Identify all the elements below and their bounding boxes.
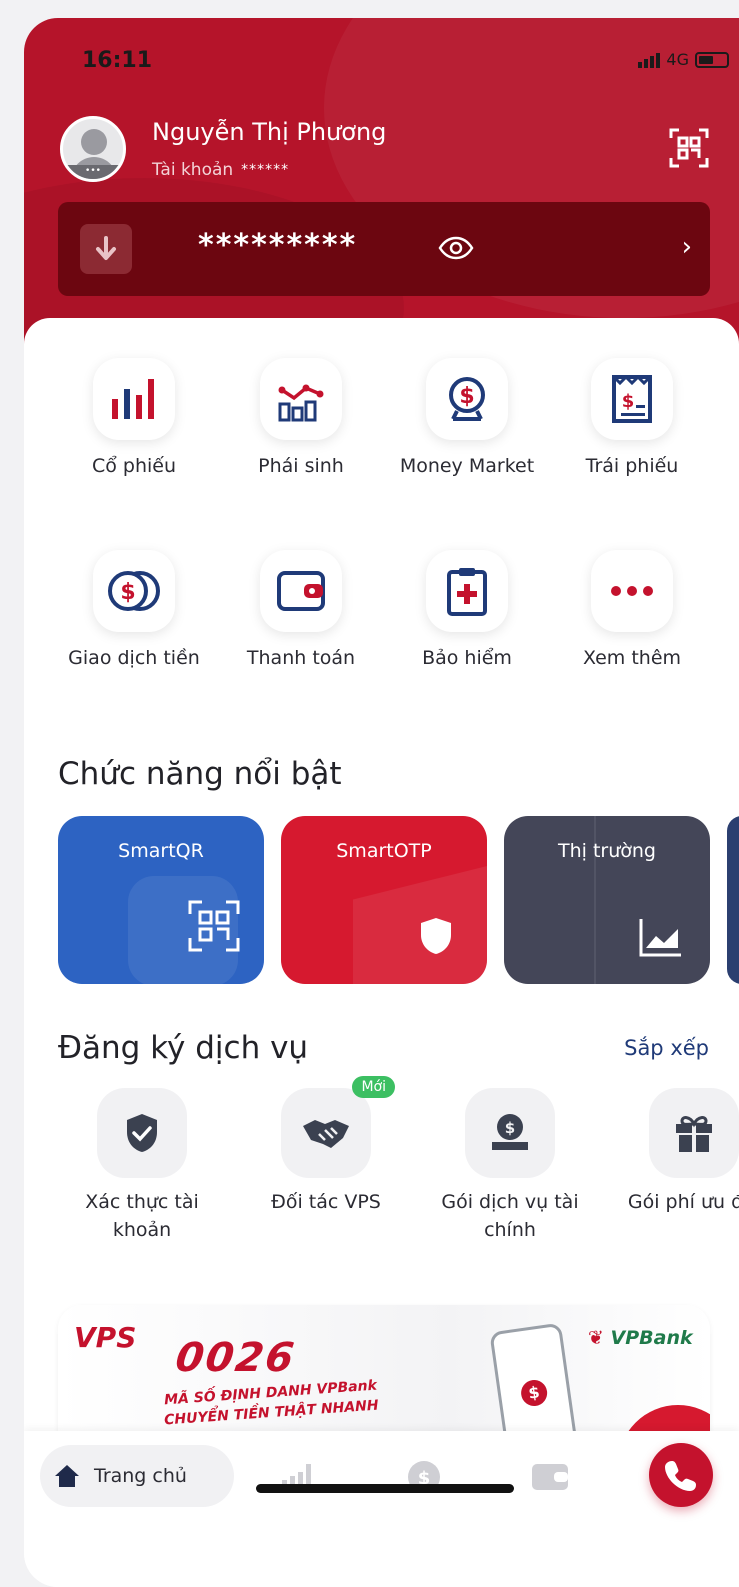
account-label: Tài khoản bbox=[152, 160, 234, 180]
money-market-icon: $ bbox=[449, 377, 485, 421]
wallet-icon bbox=[532, 1464, 568, 1490]
product-insurance[interactable]: Bảo hiểm bbox=[382, 550, 552, 672]
service-finance-package[interactable]: $ Gói dịch vụ tài chính bbox=[430, 1088, 590, 1244]
bond-receipt-icon: $ bbox=[612, 375, 652, 423]
product-bonds[interactable]: $ Trái phiếu bbox=[547, 358, 717, 480]
bottom-nav: Trang chủ $ bbox=[24, 1431, 739, 1587]
nav-home[interactable]: Trang chủ bbox=[40, 1445, 234, 1507]
new-badge: Mới bbox=[352, 1076, 395, 1098]
featured-title: Chức năng nổi bật bbox=[58, 756, 342, 792]
deposit-button[interactable] bbox=[80, 224, 132, 274]
product-cash-transfer[interactable]: $ Giao dịch tiền bbox=[49, 550, 219, 672]
signal-icon bbox=[638, 52, 661, 68]
status-time: 16:11 bbox=[82, 48, 153, 73]
shield-check-icon bbox=[127, 1114, 157, 1152]
avatar[interactable]: ••• bbox=[60, 116, 126, 182]
main-content: Cổ phiếu Phái sinh $ Money Market $ Trái… bbox=[24, 318, 739, 1587]
service-verify-account[interactable]: Xác thực tài khoản bbox=[62, 1088, 222, 1244]
derivative-chart-icon bbox=[278, 384, 324, 422]
qr-code-icon bbox=[188, 900, 240, 952]
account-header: 16:11 4G ••• Nguyễn Thị Phương Tài khoản… bbox=[24, 18, 739, 358]
network-type: 4G bbox=[666, 50, 689, 69]
svg-text:$: $ bbox=[120, 580, 135, 605]
feature-smartotp[interactable]: SmartOTP bbox=[281, 816, 487, 984]
product-payment[interactable]: Thanh toán bbox=[216, 550, 386, 672]
product-more[interactable]: Xem thêm bbox=[547, 550, 717, 672]
balance-bar[interactable]: ********* › bbox=[58, 202, 710, 296]
gift-icon bbox=[676, 1116, 712, 1152]
area-chart-icon bbox=[639, 919, 681, 957]
vpbank-logo: ❦ VPBank bbox=[588, 1327, 693, 1349]
svg-text:$: $ bbox=[505, 1119, 515, 1137]
more-dots-icon bbox=[611, 586, 653, 596]
battery-icon bbox=[695, 51, 729, 68]
money-bag-icon: $ bbox=[492, 1114, 528, 1150]
vps-logo: VPS bbox=[74, 1321, 137, 1354]
product-stocks[interactable]: Cổ phiếu bbox=[49, 358, 219, 480]
status-indicators: 4G bbox=[638, 50, 729, 69]
service-vps-partner[interactable]: Mới Đối tác VPS bbox=[246, 1076, 406, 1216]
product-derivatives[interactable]: Phái sinh bbox=[216, 358, 386, 480]
user-name: Nguyễn Thị Phương bbox=[152, 118, 387, 146]
balance-value: ********* bbox=[198, 228, 358, 263]
chevron-right-icon[interactable]: › bbox=[682, 232, 692, 262]
feature-market[interactable]: Thị trường bbox=[504, 816, 710, 984]
account-info: Tài khoản ****** bbox=[152, 160, 289, 180]
shield-icon bbox=[421, 918, 451, 954]
phone-call-icon bbox=[665, 1461, 696, 1491]
arrow-down-icon bbox=[96, 236, 116, 260]
home-icon bbox=[55, 1465, 79, 1487]
service-preferential-fee[interactable]: Gói phí ưu đãi bbox=[614, 1088, 739, 1216]
account-number: ****** bbox=[241, 162, 290, 178]
svg-text:$: $ bbox=[459, 384, 474, 409]
feature-smartqr[interactable]: SmartQR bbox=[58, 816, 264, 984]
services-title: Đăng ký dịch vụ bbox=[58, 1030, 309, 1066]
qr-scan-icon[interactable] bbox=[669, 128, 709, 168]
eye-icon[interactable] bbox=[438, 236, 474, 260]
insurance-clipboard-icon bbox=[447, 568, 487, 616]
nav-wallet[interactable] bbox=[528, 1457, 572, 1497]
handshake-icon bbox=[303, 1120, 349, 1148]
home-indicator[interactable] bbox=[256, 1484, 514, 1493]
sort-link[interactable]: Sắp xếp bbox=[624, 1036, 709, 1060]
phone-screen: 16:11 4G ••• Nguyễn Thị Phương Tài khoản… bbox=[24, 18, 739, 1587]
call-button[interactable] bbox=[649, 1443, 713, 1507]
svg-text:$: $ bbox=[622, 391, 635, 412]
banner-code: 0026 bbox=[172, 1335, 299, 1381]
feature-card-partial[interactable] bbox=[727, 816, 739, 984]
wallet-icon bbox=[277, 571, 325, 611]
stock-bars-icon bbox=[112, 379, 154, 419]
coins-icon: $ bbox=[108, 571, 160, 611]
product-money-market[interactable]: $ Money Market bbox=[382, 358, 552, 480]
